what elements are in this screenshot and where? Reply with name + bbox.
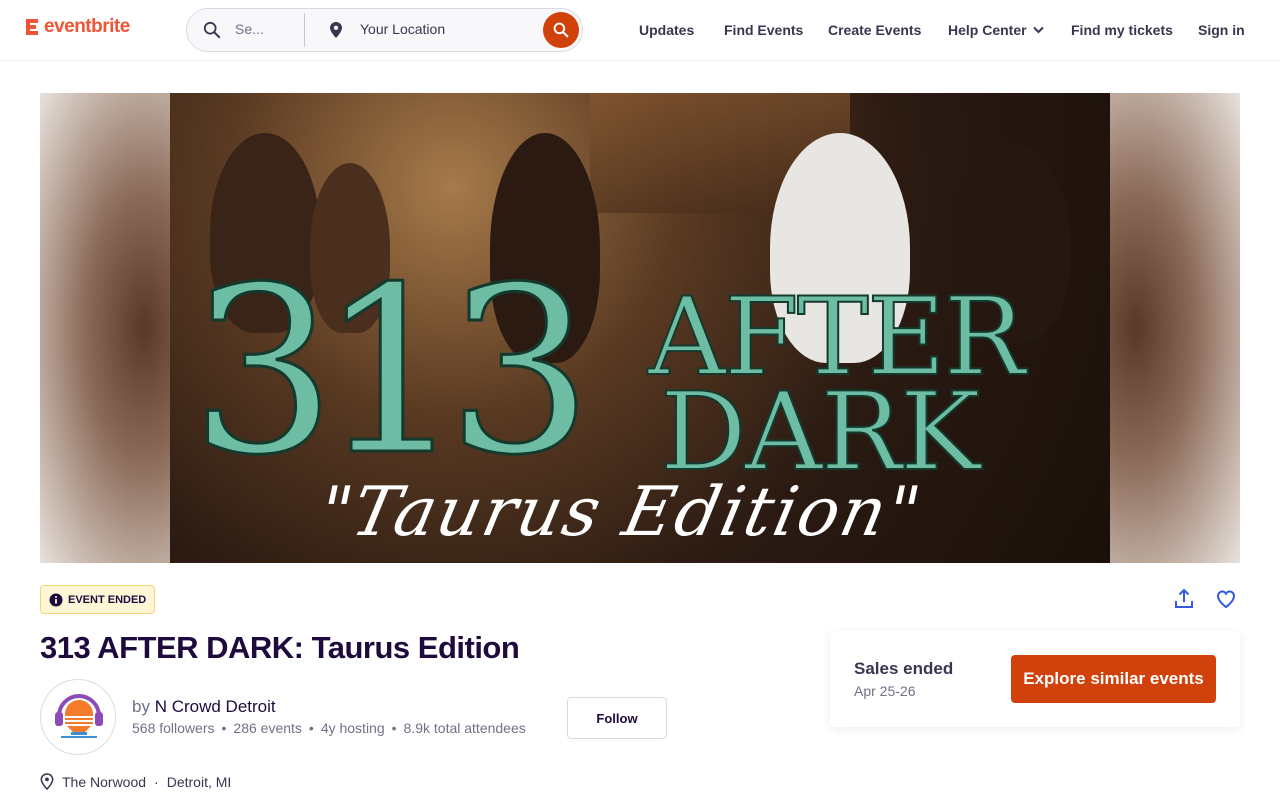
organizer-avatar[interactable] bbox=[40, 679, 116, 755]
ticket-sales-card: Sales ended Apr 25-26 Explore similar ev… bbox=[830, 631, 1240, 727]
search-divider bbox=[304, 13, 305, 47]
nav-sign-in[interactable]: Sign in bbox=[1198, 22, 1245, 38]
hero-headline-word2: DARK bbox=[659, 370, 982, 495]
explore-similar-events-button[interactable]: Explore similar events bbox=[1011, 655, 1216, 703]
hero-headline-number: 313 bbox=[189, 239, 595, 506]
location-pin-icon bbox=[330, 22, 342, 38]
location-input[interactable]: Your Location bbox=[360, 21, 445, 37]
event-hero-image: 313 AFTER DARK "Taurus Edition" bbox=[170, 93, 1110, 563]
event-ended-badge: EVENT ENDED bbox=[40, 585, 156, 614]
event-location: The Norwood · Detroit, MI bbox=[40, 773, 231, 790]
hero-blur-left bbox=[40, 93, 170, 563]
share-icon[interactable] bbox=[1172, 587, 1196, 611]
organizer-attendees: 8.9k total attendees bbox=[403, 720, 526, 736]
search-input[interactable]: Se... bbox=[235, 21, 271, 37]
location-city: Detroit, MI bbox=[166, 773, 232, 790]
organizer-followers: 568 followers bbox=[132, 720, 215, 736]
sales-date-range: Apr 25-26 bbox=[854, 683, 916, 699]
sales-status: Sales ended bbox=[854, 659, 954, 678]
stat-separator: • bbox=[391, 720, 397, 736]
location-pin-icon bbox=[40, 773, 54, 790]
organizer-name[interactable]: N Crowd Detroit bbox=[155, 697, 276, 716]
logo-text: eventbrite bbox=[44, 16, 130, 37]
nav-help-center-label: Help Center bbox=[948, 22, 1027, 38]
organizer-stats: 568 followers • 286 events • 4y hosting … bbox=[132, 720, 526, 736]
event-ended-label: EVENT ENDED bbox=[68, 593, 147, 606]
search-icon bbox=[203, 21, 221, 39]
follow-button[interactable]: Follow bbox=[567, 697, 667, 739]
nav-find-my-tickets[interactable]: Find my tickets bbox=[1071, 22, 1173, 38]
hero-blur-right bbox=[1110, 93, 1240, 563]
organizer-hosting: 4y hosting bbox=[320, 720, 385, 736]
chevron-down-icon bbox=[1032, 26, 1044, 34]
event-hero-banner: 313 AFTER DARK "Taurus Edition" bbox=[40, 93, 1240, 563]
nav-updates[interactable]: Updates bbox=[639, 22, 694, 38]
event-title: 313 AFTER DARK: Taurus Edition bbox=[40, 630, 520, 665]
nav-find-events[interactable]: Find Events bbox=[724, 22, 803, 38]
search-bar: Se... Your Location bbox=[186, 8, 583, 52]
eventbrite-logo[interactable]: eventbrite bbox=[24, 16, 130, 38]
nav-help-center[interactable]: Help Center bbox=[948, 22, 1044, 38]
nav-create-events[interactable]: Create Events bbox=[828, 22, 921, 38]
organizer-logo-icon bbox=[41, 680, 115, 754]
hero-script-subtitle: "Taurus Edition" bbox=[311, 473, 929, 552]
location-venue[interactable]: The Norwood bbox=[62, 774, 146, 790]
search-icon bbox=[553, 22, 569, 38]
stat-separator: • bbox=[308, 720, 314, 736]
eventbrite-logo-icon bbox=[26, 19, 38, 35]
top-nav-bar: eventbrite Se... Your Location Updates F… bbox=[0, 0, 1280, 61]
info-icon bbox=[49, 593, 63, 606]
organizer-byline: by N Crowd Detroit bbox=[132, 697, 276, 717]
organizer-by-label: by bbox=[132, 697, 150, 716]
location-separator: · bbox=[154, 773, 159, 790]
heart-icon[interactable] bbox=[1214, 587, 1238, 611]
organizer-events: 286 events bbox=[233, 720, 302, 736]
stat-separator: • bbox=[221, 720, 227, 736]
search-submit-button[interactable] bbox=[543, 12, 579, 48]
